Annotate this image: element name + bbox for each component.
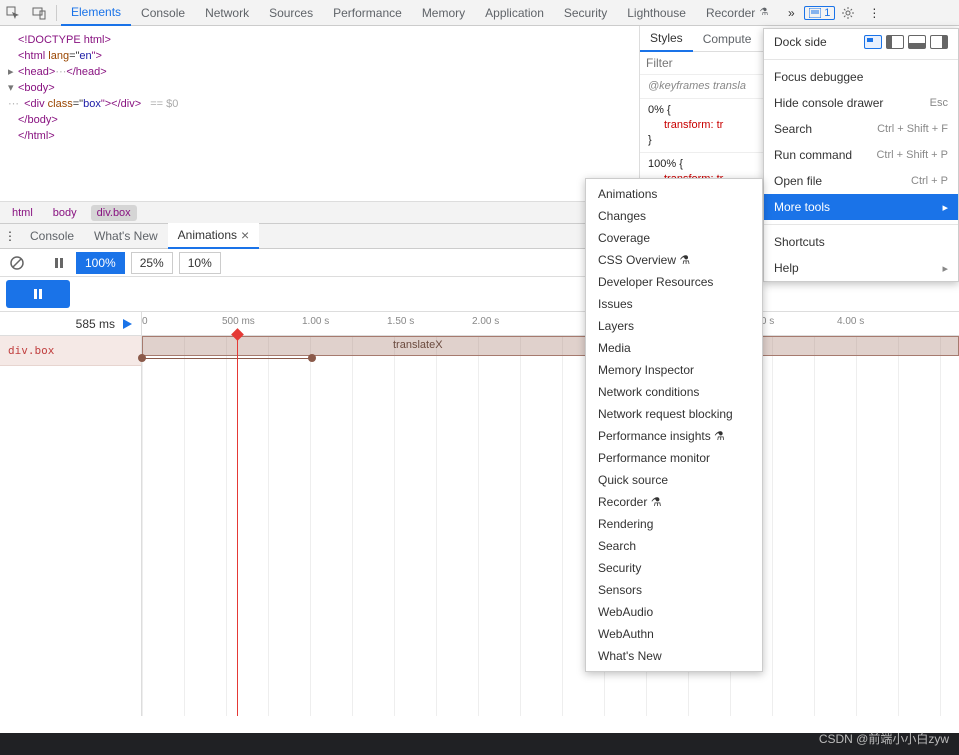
clear-icon[interactable] [6, 252, 28, 274]
more-tools-item[interactable]: Performance insights ⚗ [586, 425, 762, 447]
ruler-tick: 1.00 s [302, 316, 329, 327]
more-tools-item[interactable]: Recorder ⚗ [586, 491, 762, 513]
menu-search[interactable]: SearchCtrl + Shift + F [764, 116, 958, 142]
more-tools-item[interactable]: Issues [586, 293, 762, 315]
more-tabs-icon[interactable]: » [778, 0, 804, 26]
drawer-tab-whatsnew[interactable]: What's New [84, 223, 168, 249]
tab-lighthouse[interactable]: Lighthouse [617, 0, 696, 26]
tab-recorder[interactable]: Recorder⚗ [696, 0, 778, 26]
dock-left-icon[interactable] [886, 35, 904, 49]
tab-sources[interactable]: Sources [259, 0, 323, 26]
timeline-tracks[interactable]: translateX [142, 336, 959, 716]
more-tools-item[interactable]: WebAudio [586, 601, 762, 623]
animation-group-thumb[interactable] [6, 280, 70, 308]
speed-10[interactable]: 10% [179, 252, 221, 274]
ruler-tick: 1.50 s [387, 316, 414, 327]
pause-all-icon[interactable] [48, 252, 70, 274]
timeline-body: div.box translateX [0, 336, 959, 716]
inspect-icon[interactable] [0, 0, 26, 26]
menu-focus-debuggee[interactable]: Focus debuggee [764, 64, 958, 90]
tab-elements[interactable]: Elements [61, 0, 131, 26]
breadcrumb-item[interactable]: html [6, 205, 39, 221]
timeline-ruler[interactable]: 585 ms 0500 ms1.00 s1.50 s2.00 s3.50 s4.… [0, 312, 959, 336]
close-icon[interactable]: × [241, 227, 249, 243]
more-tools-item[interactable]: Network request blocking [586, 403, 762, 425]
more-tools-item[interactable]: Developer Resources [586, 271, 762, 293]
tab-performance[interactable]: Performance [323, 0, 412, 26]
issues-badge[interactable]: 1 [804, 6, 835, 20]
menu-more-tools[interactable]: More tools▸ [764, 194, 958, 220]
more-tools-item[interactable]: Coverage [586, 227, 762, 249]
ruler-tick: 500 ms [222, 316, 255, 327]
tab-application[interactable]: Application [475, 0, 554, 26]
breadcrumb-item[interactable]: div.box [91, 205, 137, 221]
more-tools-item[interactable]: Security [586, 557, 762, 579]
tab-network[interactable]: Network [195, 0, 259, 26]
speed-25[interactable]: 25% [131, 252, 173, 274]
timeline-scrubber[interactable] [237, 336, 238, 716]
tab-console[interactable]: Console [131, 0, 195, 26]
bottom-bar [0, 733, 959, 755]
drawer-tab-animations[interactable]: Animations× [168, 223, 260, 249]
ruler-tick: 2.00 s [472, 316, 499, 327]
animation-label: translateX [393, 339, 443, 351]
kebab-menu-icon[interactable]: ⋮ [861, 0, 887, 26]
animation-track-name[interactable]: div.box [0, 336, 141, 366]
watermark: CSDN @前端小小白zyw [819, 730, 949, 747]
ruler-tick: 4.00 s [837, 316, 864, 327]
tab-memory[interactable]: Memory [412, 0, 475, 26]
menu-hide-drawer[interactable]: Hide console drawerEsc [764, 90, 958, 116]
dock-undock-icon[interactable] [864, 35, 882, 49]
elements-tree[interactable]: <!DOCTYPE html> <html lang="en"> ▸<head>… [0, 26, 639, 201]
ruler-tick: 0 [142, 316, 148, 327]
menu-run-command[interactable]: Run commandCtrl + Shift + P [764, 142, 958, 168]
more-tools-item[interactable]: Quick source [586, 469, 762, 491]
breadcrumb-item[interactable]: body [47, 205, 83, 221]
more-tools-item[interactable]: Layers [586, 315, 762, 337]
device-toggle-icon[interactable] [26, 0, 52, 26]
drawer-tab-console[interactable]: Console [20, 223, 84, 249]
more-tools-item[interactable]: Sensors [586, 579, 762, 601]
speed-100[interactable]: 100% [76, 252, 125, 274]
styles-tab-computed[interactable]: Compute [693, 26, 762, 52]
more-tools-item[interactable]: Rendering [586, 513, 762, 535]
more-tools-item[interactable]: Performance monitor [586, 447, 762, 469]
animation-bar[interactable]: translateX [142, 336, 959, 356]
more-tools-item[interactable]: WebAuthn [586, 623, 762, 645]
settings-dropdown: Dock side Focus debuggee Hide console dr… [763, 28, 959, 282]
dock-bottom-icon[interactable] [908, 35, 926, 49]
menu-open-file[interactable]: Open fileCtrl + P [764, 168, 958, 194]
main-tab-bar: Elements Console Network Sources Perform… [0, 0, 959, 26]
menu-shortcuts[interactable]: Shortcuts [764, 229, 958, 255]
drawer-menu-icon[interactable]: ⋮ [0, 229, 20, 243]
more-tools-item[interactable]: CSS Overview ⚗ [586, 249, 762, 271]
animation-buffer [0, 277, 959, 312]
dock-side-row: Dock side [764, 29, 958, 55]
tab-security[interactable]: Security [554, 0, 617, 26]
more-tools-item[interactable]: Animations [586, 183, 762, 205]
styles-tab-styles[interactable]: Styles [640, 26, 693, 52]
play-icon[interactable] [121, 318, 133, 330]
scrub-time: 585 ms [76, 317, 115, 331]
more-tools-item[interactable]: Search [586, 535, 762, 557]
settings-gear-icon[interactable] [835, 0, 861, 26]
dock-right-icon[interactable] [930, 35, 948, 49]
menu-help[interactable]: Help▸ [764, 255, 958, 281]
more-tools-submenu: AnimationsChangesCoverageCSS Overview ⚗D… [585, 178, 763, 672]
more-tools-item[interactable]: Memory Inspector [586, 359, 762, 381]
more-tools-item[interactable]: Network conditions [586, 381, 762, 403]
more-tools-item[interactable]: Media [586, 337, 762, 359]
more-tools-item[interactable]: Changes [586, 205, 762, 227]
more-tools-item[interactable]: What's New [586, 645, 762, 667]
